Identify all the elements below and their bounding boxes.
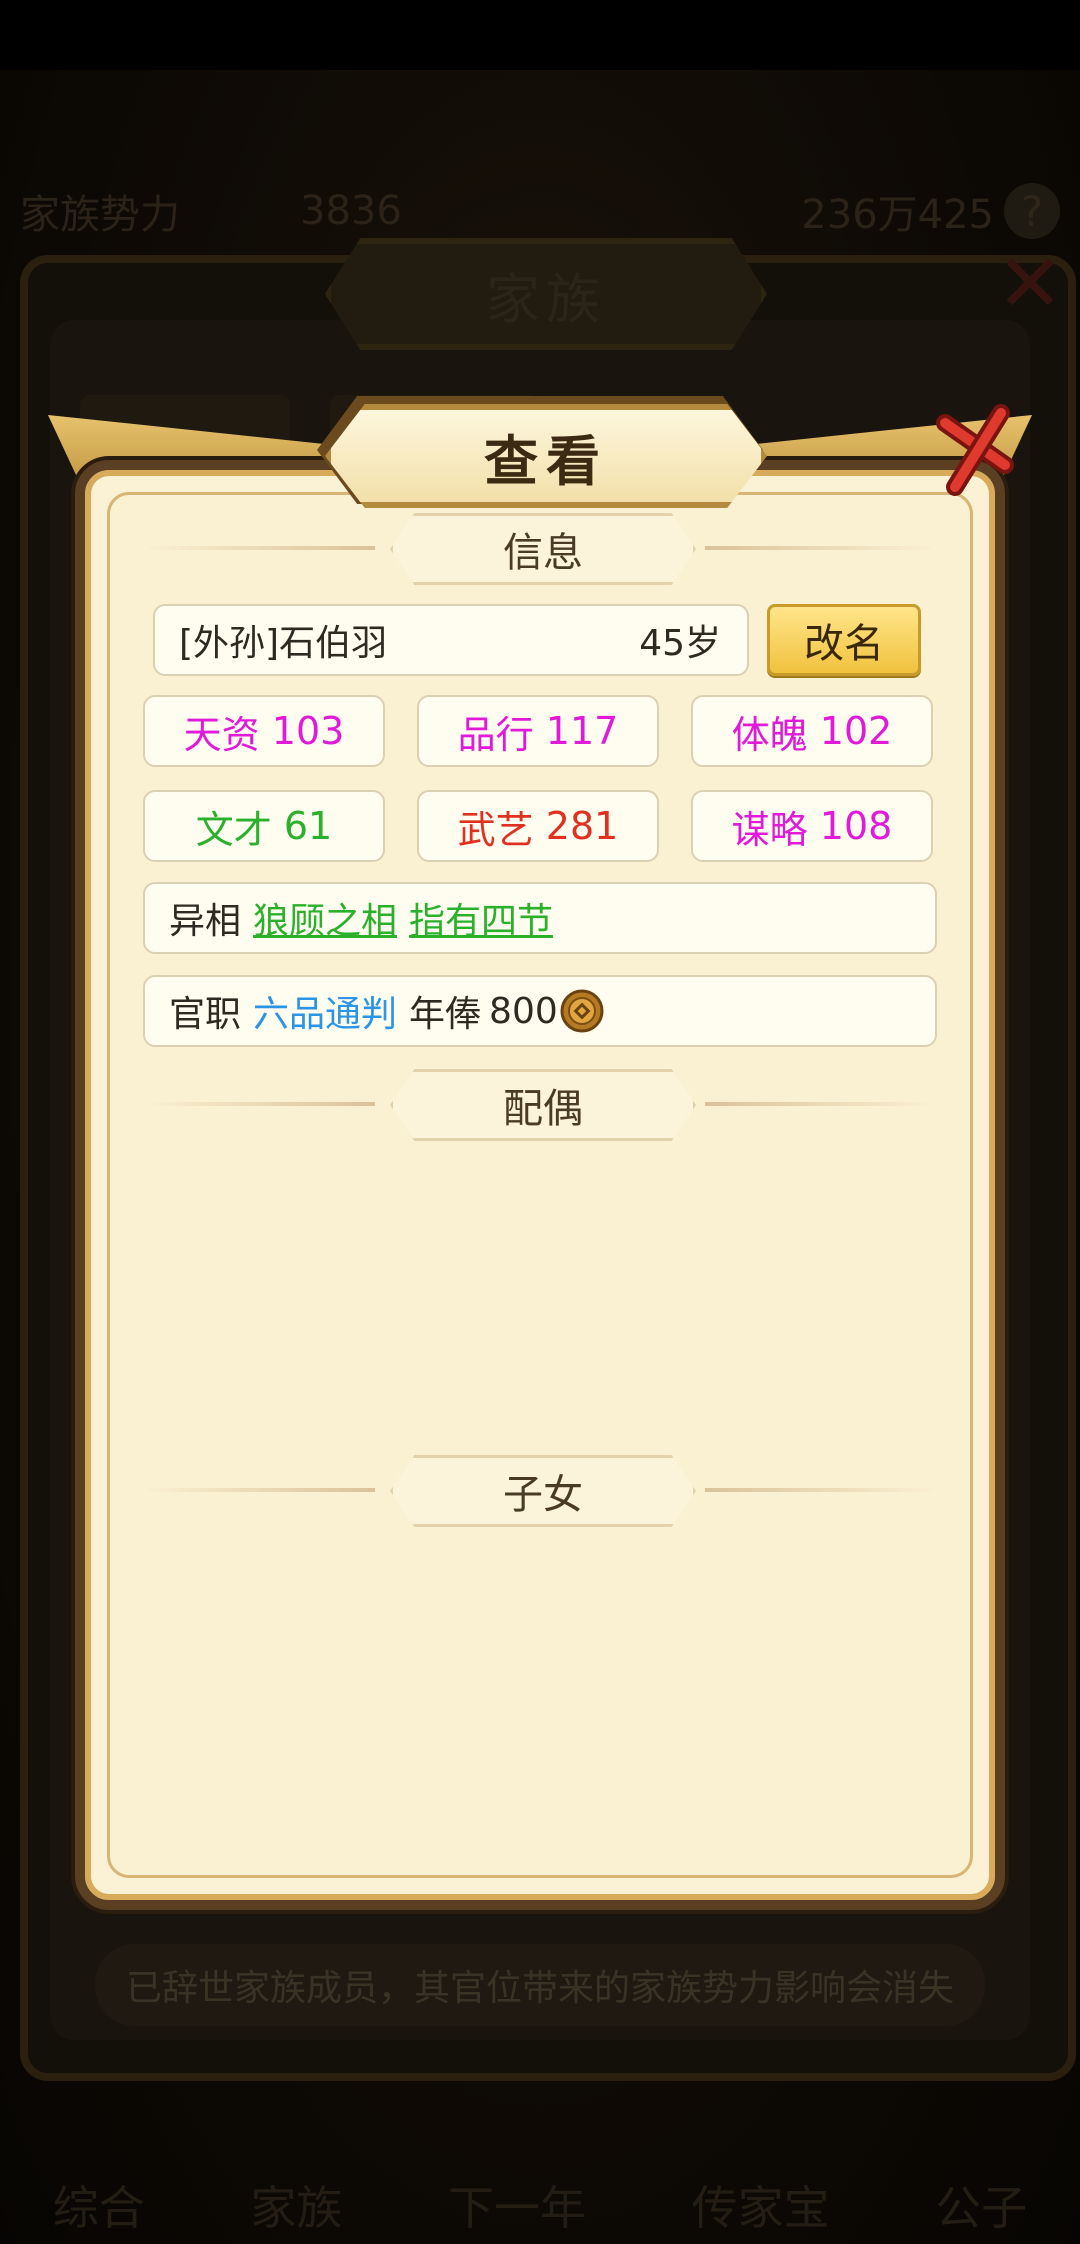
divider-line	[705, 546, 935, 550]
traits-label: 异相	[169, 901, 242, 942]
stat-label: 谋略	[731, 807, 808, 852]
divider-line	[145, 1488, 375, 1492]
section-title-spouse: 配偶	[390, 1069, 696, 1141]
stat-morality: 品行 117	[417, 695, 659, 767]
stat-value: 102	[819, 709, 893, 753]
trait-link-2[interactable]: 指有四节	[409, 892, 553, 944]
coin-icon	[560, 989, 604, 1033]
office-row: 官职 六品通判 年俸 800	[143, 975, 937, 1047]
close-icon-graphic	[936, 404, 1014, 496]
stat-strategy: 谋略 108	[691, 790, 933, 862]
section-title-info: 信息	[390, 513, 696, 585]
section-header-info: 信息	[145, 513, 935, 585]
stat-literary: 文才 61	[143, 790, 385, 862]
salary-value: 800	[489, 990, 558, 1032]
stat-label: 武艺	[457, 807, 534, 852]
rename-button[interactable]: 改名	[767, 604, 921, 676]
member-name: [外孙]石伯羽	[179, 623, 388, 664]
member-age: 45岁	[639, 623, 721, 664]
stat-value: 281	[545, 804, 619, 848]
member-name-box: [外孙]石伯羽 45岁	[153, 604, 749, 676]
stat-label: 文才	[195, 807, 272, 852]
stat-label: 体魄	[731, 712, 808, 757]
stat-value: 103	[271, 709, 345, 753]
divider-line	[705, 1102, 935, 1106]
office-label: 官职	[169, 994, 242, 1035]
traits-row: 异相 狼顾之相 指有四节	[143, 882, 937, 954]
dialog-title: 查看	[325, 404, 767, 508]
trait-link-1[interactable]: 狼顾之相	[253, 892, 397, 944]
stat-value: 108	[819, 804, 893, 848]
close-icon[interactable]	[915, 395, 1025, 505]
section-header-children: 子女	[145, 1455, 935, 1527]
salary-label: 年俸	[409, 994, 482, 1035]
section-header-spouse: 配偶	[145, 1069, 935, 1141]
section-title-children: 子女	[390, 1455, 696, 1527]
stat-talent: 天资 103	[143, 695, 385, 767]
stat-martial: 武艺 281	[417, 790, 659, 862]
divider-line	[145, 1102, 375, 1106]
stat-label: 天资	[183, 712, 260, 757]
stat-physique: 体魄 102	[691, 695, 933, 767]
divider-line	[145, 546, 375, 550]
stat-label: 品行	[457, 712, 534, 757]
stat-value: 117	[545, 709, 619, 753]
office-rank: 六品通判	[253, 994, 398, 1035]
view-dialog	[75, 460, 1005, 1910]
divider-line	[705, 1488, 935, 1492]
stat-value: 61	[283, 804, 333, 848]
